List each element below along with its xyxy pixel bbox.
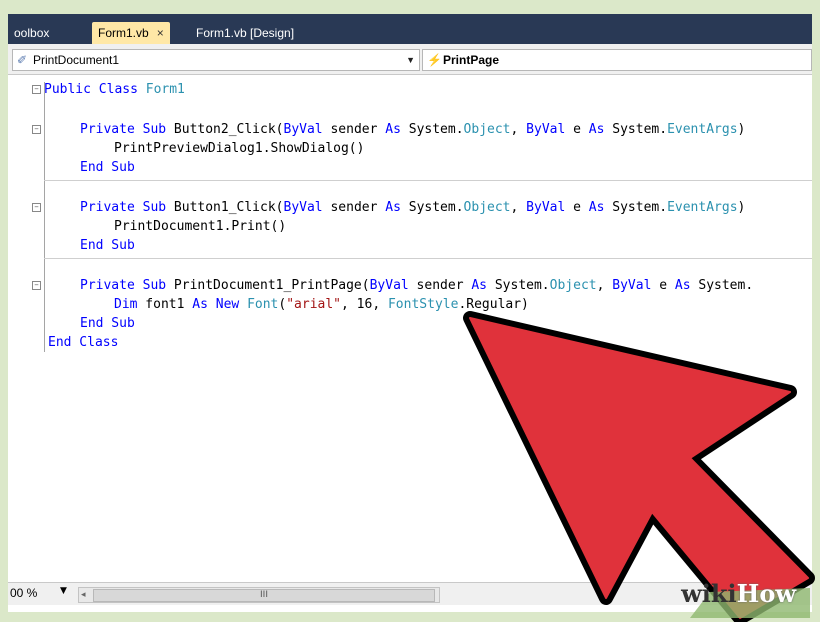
arrow-pointer-icon [463,311,815,622]
wikihow-watermark: wikiHow [670,578,810,618]
red-arrow-overlay [463,311,815,622]
wikihow-logo-text: wikiHow [681,579,796,608]
